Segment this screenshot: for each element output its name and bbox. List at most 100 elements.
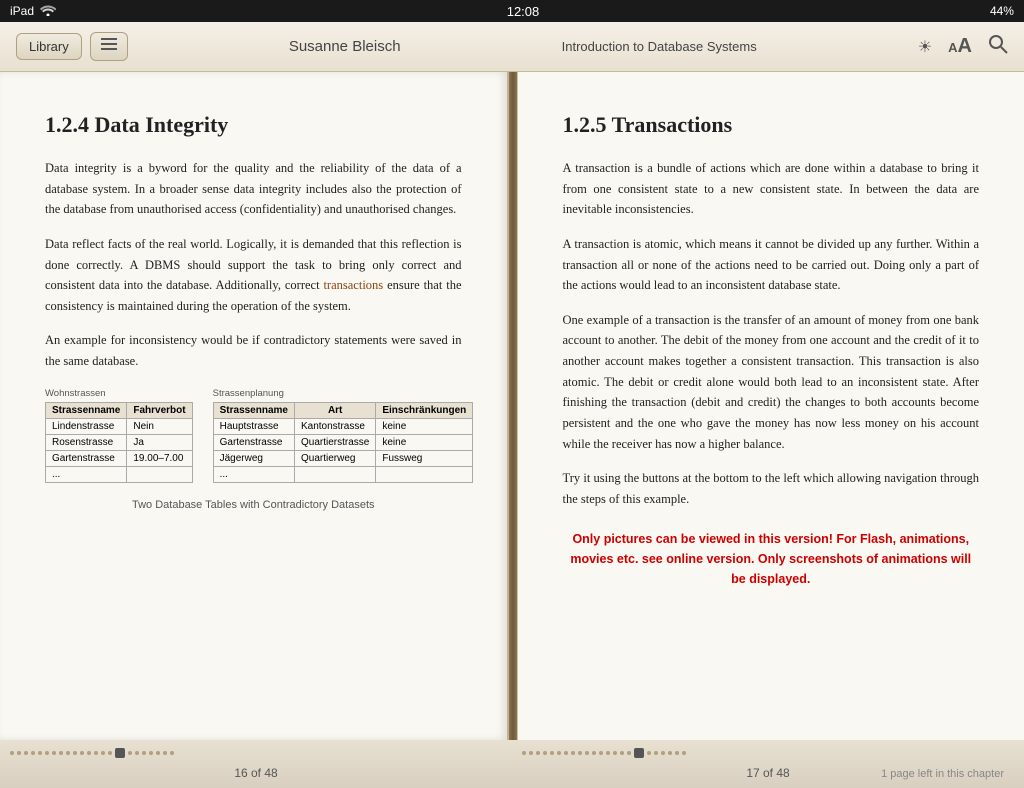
- dot: [142, 751, 146, 755]
- dot: [135, 751, 139, 755]
- left-progress-dots: [10, 748, 502, 758]
- battery-level: 44%: [990, 4, 1014, 18]
- toc-button[interactable]: [90, 32, 128, 61]
- right-paragraph-2: A transaction is atomic, which means it …: [563, 234, 980, 296]
- table2-header-0: Strassenname: [213, 402, 294, 418]
- dot: [571, 751, 575, 755]
- status-right: 44%: [990, 4, 1014, 18]
- table-row: Jägerweg Quartierweg Fussweg: [213, 450, 473, 466]
- left-page-number: 16 of 48: [234, 766, 277, 780]
- table2: Strassenname Art Einschränkungen Hauptst…: [213, 402, 474, 483]
- dot: [170, 751, 174, 755]
- dot: [675, 751, 679, 755]
- left-paragraph-3: An example for inconsistency would be if…: [45, 330, 462, 371]
- status-bar: iPad 12:08 44%: [0, 0, 1024, 22]
- dot: [66, 751, 70, 755]
- tables-figure-caption: Two Database Tables with Contradictory D…: [45, 499, 462, 511]
- dot: [24, 751, 28, 755]
- font-size-control[interactable]: AA: [948, 35, 972, 58]
- flash-notice: Only pictures can be viewed in this vers…: [563, 529, 980, 589]
- table1-header-1: Fahrverbot: [127, 402, 192, 418]
- author-name: Susanne Bleisch: [289, 38, 401, 55]
- dot: [606, 751, 610, 755]
- dot-active[interactable]: [115, 748, 125, 758]
- dot: [529, 751, 533, 755]
- library-button[interactable]: Library: [16, 33, 82, 60]
- dot: [654, 751, 658, 755]
- dot-active[interactable]: [634, 748, 644, 758]
- dot: [592, 751, 596, 755]
- dot: [101, 751, 105, 755]
- dot: [661, 751, 665, 755]
- time-display: 12:08: [507, 4, 540, 19]
- dot: [38, 751, 42, 755]
- table1: Strassenname Fahrverbot Lindenstrasse Ne…: [45, 402, 193, 483]
- dot: [578, 751, 582, 755]
- search-icon[interactable]: [988, 34, 1008, 59]
- dot: [10, 751, 14, 755]
- toolbar: Library Susanne Bleisch Introduction to …: [0, 22, 1024, 72]
- dot: [543, 751, 547, 755]
- chapter-info: 1 page left in this chapter: [881, 768, 1004, 780]
- table-row: Hauptstrasse Kantonstrasse keine: [213, 418, 473, 434]
- dot: [647, 751, 651, 755]
- dot: [73, 751, 77, 755]
- right-nav-half: 17 of 48 1 page left in this chapter: [512, 740, 1024, 788]
- brightness-icon[interactable]: ☀: [918, 37, 932, 57]
- bottom-navigation: 16 of 48 17 of: [0, 740, 1024, 788]
- left-section-title: 1.2.4 Data Integrity: [45, 112, 462, 138]
- left-page: 1.2.4 Data Integrity Data integrity is a…: [0, 72, 509, 740]
- dot: [682, 751, 686, 755]
- dot: [87, 751, 91, 755]
- dot: [585, 751, 589, 755]
- right-section-title: 1.2.5 Transactions: [563, 112, 980, 138]
- right-progress-dots: [522, 748, 1014, 758]
- dot: [522, 751, 526, 755]
- dot: [45, 751, 49, 755]
- dot: [627, 751, 631, 755]
- wifi-icon: [40, 4, 56, 19]
- dot: [59, 751, 63, 755]
- dot: [620, 751, 624, 755]
- dot: [536, 751, 540, 755]
- toolbar-left: Library: [16, 32, 128, 61]
- right-paragraph-4: Try it using the buttons at the bottom t…: [563, 468, 980, 509]
- right-page: 1.2.5 Transactions A transaction is a bu…: [517, 72, 1024, 740]
- dot: [149, 751, 153, 755]
- table1-caption: Wohnstrassen: [45, 388, 193, 399]
- toolbar-controls: ☀ AA: [918, 34, 1008, 59]
- left-paragraph-2: Data reflect facts of the real world. Lo…: [45, 234, 462, 317]
- table-row: Lindenstrasse Nein: [46, 418, 193, 434]
- transactions-link[interactable]: transactions: [323, 278, 383, 292]
- dot: [156, 751, 160, 755]
- table-row: Gartenstrasse Quartierstrasse keine: [213, 434, 473, 450]
- dot: [557, 751, 561, 755]
- tables-section: Wohnstrassen Strassenname Fahrverbot Lin…: [45, 388, 462, 483]
- table2-container: Strassenplanung Strassenname Art Einschr…: [213, 388, 474, 483]
- dot: [668, 751, 672, 755]
- dot: [613, 751, 617, 755]
- table-row: Gartenstrasse 19.00–7.00: [46, 450, 193, 466]
- right-paragraph-3: One example of a transaction is the tran…: [563, 310, 980, 454]
- device-label: iPad: [10, 4, 34, 18]
- left-paragraph-1: Data integrity is a byword for the quali…: [45, 158, 462, 220]
- dot: [550, 751, 554, 755]
- table1-header-0: Strassenname: [46, 402, 127, 418]
- dot: [599, 751, 603, 755]
- dot: [94, 751, 98, 755]
- right-paragraph-1: A transaction is a bundle of actions whi…: [563, 158, 980, 220]
- dot: [128, 751, 132, 755]
- book-spine: [509, 72, 517, 740]
- book-title: Introduction to Database Systems: [562, 39, 757, 54]
- dot: [17, 751, 21, 755]
- dot: [52, 751, 56, 755]
- status-left: iPad: [10, 4, 56, 19]
- table-row: ...: [46, 466, 193, 482]
- dot: [108, 751, 112, 755]
- book-container: 1.2.4 Data Integrity Data integrity is a…: [0, 72, 1024, 740]
- right-page-number: 17 of 48: [746, 766, 789, 780]
- table2-caption: Strassenplanung: [213, 388, 474, 399]
- dot: [163, 751, 167, 755]
- table-row: Rosenstrasse Ja: [46, 434, 193, 450]
- left-nav-half: 16 of 48: [0, 740, 512, 788]
